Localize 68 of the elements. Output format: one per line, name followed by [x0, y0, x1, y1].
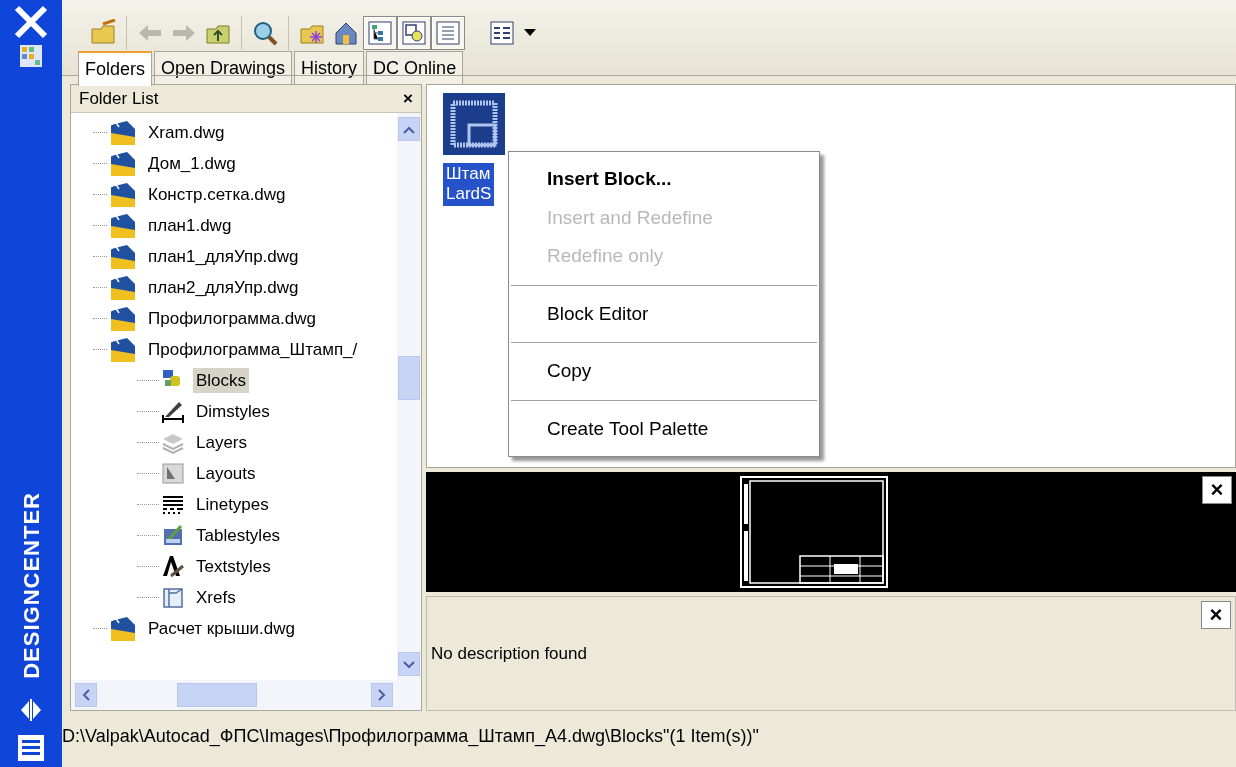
- caret-icon: [82, 689, 90, 702]
- caret-icon: [403, 660, 415, 669]
- description-toggle[interactable]: [431, 16, 465, 50]
- status-path: D:\Valpak\Autocad_ФПС\Images\Профилограмма_Штамп_А4.dwg\Blocks"(1 Item(s))": [62, 724, 759, 749]
- tree-item[interactable]: Layouts: [193, 460, 259, 487]
- tree-item[interactable]: Blocks: [193, 367, 250, 394]
- preview-icon: [400, 19, 428, 47]
- scroll-up-button[interactable]: [398, 117, 420, 141]
- tree-item[interactable]: Расчет крыши.dwg: [145, 615, 298, 642]
- menu-icon[interactable]: [16, 733, 46, 763]
- tree-item[interactable]: Dimstyles: [193, 398, 273, 425]
- close-button[interactable]: ×: [1201, 601, 1231, 629]
- drawing-file-icon: [109, 242, 137, 271]
- tree-item[interactable]: Констр.сетка.dwg: [145, 181, 289, 208]
- caret-icon: [378, 689, 386, 702]
- drawing-file-icon: [109, 149, 137, 178]
- block-name[interactable]: Штам LardS: [443, 163, 495, 206]
- tree-item[interactable]: Layers: [193, 429, 251, 456]
- list-view-icon: [488, 19, 516, 47]
- caret-icon: [403, 125, 415, 134]
- text-style-icon: [161, 553, 185, 580]
- block-thumbnail-icon: [443, 93, 505, 155]
- scroll-right-button[interactable]: [371, 683, 393, 707]
- tree-item[interactable]: Xrefs: [193, 584, 239, 611]
- drawing-file-icon: [109, 211, 137, 240]
- tree-item[interactable]: Textstyles: [193, 553, 274, 580]
- search-icon: [251, 19, 279, 47]
- tree-item[interactable]: план1_дляУпр.dwg: [145, 243, 302, 270]
- tree-view-toggle[interactable]: [363, 16, 397, 50]
- folder-icon: [89, 19, 117, 47]
- drawing-file-icon: [109, 304, 137, 333]
- scroll-down-button[interactable]: [398, 652, 420, 676]
- tree-item[interactable]: план1.dwg: [145, 212, 235, 239]
- drawing-file-icon: [109, 614, 137, 643]
- menu-item[interactable]: Copy: [509, 352, 819, 391]
- tree-item[interactable]: Профилограмма_Штамп_/: [145, 336, 361, 363]
- scroll-left-button[interactable]: [75, 683, 97, 707]
- tree-item[interactable]: Xram.dwg: [145, 119, 228, 146]
- tab[interactable]: DC Online: [366, 51, 464, 85]
- layout-icon: [161, 460, 185, 487]
- description-text: No description found: [431, 642, 587, 665]
- tree-item[interactable]: Tablestyles: [193, 522, 284, 549]
- tree-item[interactable]: Linetypes: [193, 491, 272, 518]
- properties-icon[interactable]: [19, 44, 43, 68]
- close-icon[interactable]: [13, 4, 49, 40]
- scroll-thumb[interactable]: [177, 683, 257, 707]
- panel-title: Folder List: [79, 87, 159, 110]
- close-button[interactable]: ×: [1202, 476, 1232, 504]
- caret-icon: [524, 29, 536, 37]
- menu-item[interactable]: Create Tool Palette: [509, 409, 819, 448]
- tree-item[interactable]: Дом_1.dwg: [145, 150, 239, 177]
- drawing-file-icon: [109, 118, 137, 147]
- tab[interactable]: Open Drawings: [154, 51, 293, 85]
- drawing-file-icon: [109, 273, 137, 302]
- menu-item[interactable]: Insert Block...: [509, 160, 819, 199]
- drawing-file-icon: [109, 335, 137, 364]
- menu-item[interactable]: Block Editor: [509, 294, 819, 333]
- tab[interactable]: History: [294, 51, 365, 85]
- preview-toggle[interactable]: [397, 16, 431, 50]
- description-icon: [434, 19, 462, 47]
- tree-item[interactable]: Профилограмма.dwg: [145, 305, 320, 332]
- drawing-file-icon: [109, 180, 137, 209]
- tree-view-icon: [366, 19, 394, 47]
- palette-title: DESIGNCENTER: [17, 492, 45, 679]
- scroll-thumb[interactable]: [398, 356, 420, 400]
- close-button[interactable]: ×: [403, 85, 413, 112]
- tab[interactable]: Folders: [78, 51, 153, 86]
- tree-item[interactable]: план2_дляУпр.dwg: [145, 274, 302, 301]
